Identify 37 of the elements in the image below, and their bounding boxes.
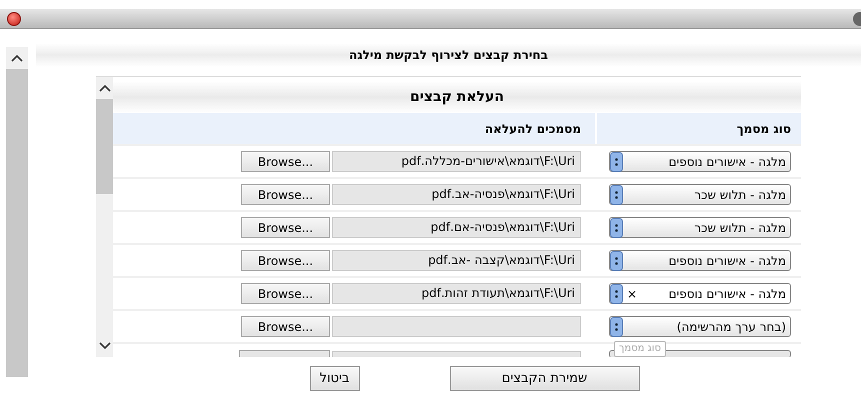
stepper-icon[interactable] bbox=[610, 184, 623, 204]
document-type-dropdown[interactable]: מלגה - אישורים נוספים × bbox=[609, 283, 791, 304]
save-button[interactable]: שמירת הקבצים bbox=[450, 366, 640, 391]
dialog-heading: בחירת קבצים לצירוף לבקשת מילגה bbox=[36, 43, 861, 67]
scroll-thumb[interactable] bbox=[96, 99, 113, 194]
file-path-field[interactable] bbox=[332, 351, 581, 357]
document-type-dropdown[interactable]: מלגה - אישורים נוספים bbox=[609, 250, 791, 271]
scrollbar[interactable] bbox=[6, 47, 28, 377]
browse-button[interactable]: Browse... bbox=[241, 217, 330, 238]
stepper-icon[interactable] bbox=[610, 284, 623, 304]
document-type-dropdown[interactable]: (בחר ערך מהרשימה) bbox=[609, 316, 791, 337]
file-path-field[interactable]: F:\Uri\דוגמא\פנסיה-אם.pdf bbox=[332, 217, 581, 238]
browse-button[interactable]: Browse... bbox=[241, 151, 330, 172]
file-path-field[interactable]: F:\Uri\דוגמא\אישורים-מכללה.pdf bbox=[332, 151, 581, 172]
cancel-button[interactable]: ביטול bbox=[310, 366, 360, 391]
document-type-dropdown[interactable]: מלגה - אישורים נוספים bbox=[609, 151, 791, 172]
file-path-field[interactable]: F:\Uri\דוגמא\תעודת זהות.pdf bbox=[332, 283, 581, 304]
tooltip: סוג מסמך bbox=[614, 341, 666, 357]
document-type-dropdown[interactable]: מלגה - תלוש שכר bbox=[609, 184, 791, 205]
file-path-field[interactable]: F:\Uri\דוגמא\קצבה -אב.pdf bbox=[332, 250, 581, 271]
stepper-icon[interactable] bbox=[610, 152, 623, 172]
file-path-field[interactable]: F:\Uri\דוגמא\פנסיה-אב.pdf bbox=[332, 184, 581, 205]
clear-icon[interactable]: × bbox=[627, 286, 638, 300]
stepper-icon[interactable] bbox=[610, 218, 623, 238]
browse-button[interactable]: Browse... bbox=[241, 250, 330, 271]
browse-button[interactable]: Browse... bbox=[241, 316, 330, 337]
close-icon[interactable] bbox=[7, 12, 21, 26]
file-path-field[interactable] bbox=[332, 316, 581, 337]
stepper-icon[interactable] bbox=[610, 316, 623, 336]
stepper-icon[interactable] bbox=[610, 250, 623, 270]
column-header: מסמכים להעלאה bbox=[484, 122, 581, 136]
column-header: סוג מסמך bbox=[736, 122, 791, 136]
scrollbar[interactable] bbox=[96, 77, 113, 357]
browse-button[interactable]: Browse... bbox=[241, 283, 330, 304]
browse-button[interactable]: Browse... bbox=[241, 184, 330, 205]
document-type-dropdown[interactable]: מלגה - תלוש שכר bbox=[609, 217, 791, 238]
panel-title: העלאת קבצים bbox=[113, 81, 801, 113]
